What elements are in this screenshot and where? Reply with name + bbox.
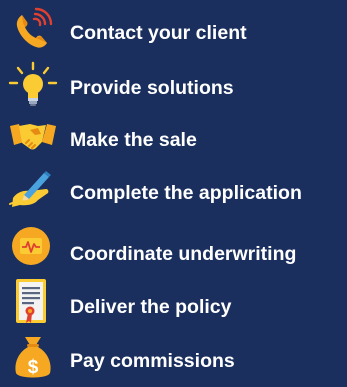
step-label: Make the sale: [70, 129, 197, 151]
step-label: Pay commissions: [70, 350, 235, 372]
step-label: Coordinate underwriting: [70, 243, 297, 265]
certificate-icon: [8, 277, 58, 327]
step-deliver-policy: Deliver the policy: [0, 277, 347, 331]
svg-text:$: $: [28, 357, 39, 378]
steps-list: Contact your client Provide solutions Ma…: [0, 0, 347, 378]
money-bag-icon: $: [8, 333, 58, 383]
step-label: Complete the application: [70, 182, 302, 204]
step-complete-application: Complete the application: [0, 164, 347, 218]
handshake-icon: [8, 112, 58, 162]
step-label: Contact your client: [70, 22, 247, 44]
step-label: Deliver the policy: [70, 296, 232, 318]
health-monitor-icon: [8, 222, 58, 272]
step-contact-client: Contact your client: [0, 5, 347, 59]
phone-icon: [8, 5, 58, 55]
lightbulb-icon: [8, 60, 58, 110]
step-provide-solutions: Provide solutions: [0, 60, 347, 114]
step-label: Provide solutions: [70, 77, 234, 99]
pen-writing-icon: [8, 164, 58, 214]
step-coordinate-underwriting: Coordinate underwriting: [0, 222, 347, 276]
step-make-sale: Make the sale: [0, 112, 347, 166]
step-pay-commissions: $ Pay commissions: [0, 333, 347, 387]
